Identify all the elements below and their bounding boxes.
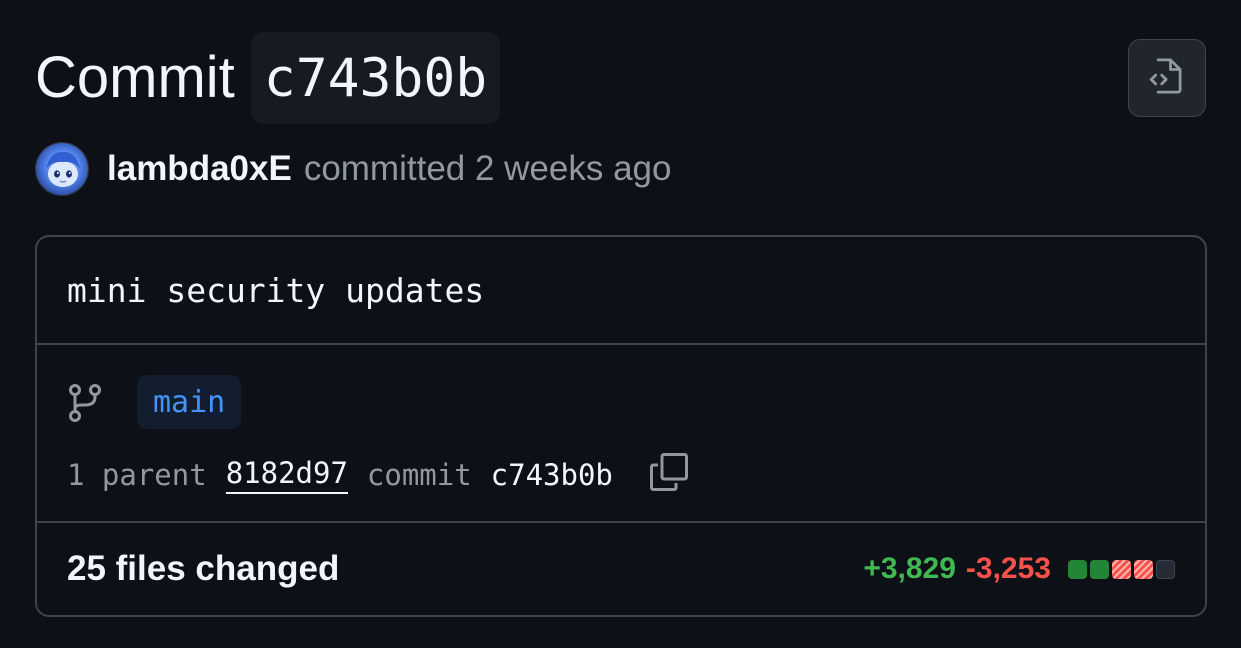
commit-sha-title: c743b0b <box>250 32 501 124</box>
parent-sha-link[interactable]: 8182d97 <box>225 456 348 494</box>
commit-meta-section: main 1 parent 8182d97 commit c743b0b <box>37 345 1205 523</box>
page-title: Commit <box>35 45 235 110</box>
additions-count: +3,829 <box>863 552 956 585</box>
author-name-link[interactable]: lambda0xE <box>107 149 292 189</box>
files-changed-count: 25 files changed <box>67 549 340 588</box>
git-branch-icon <box>67 383 103 428</box>
commit-message: mini security updates <box>67 270 485 310</box>
commit-message-section: mini security updates <box>37 237 1205 345</box>
parent-count-label: 1 parent <box>67 458 207 492</box>
diffstat-block-added <box>1068 559 1087 579</box>
files-changed-section: 25 files changed +3,829 -3,253 <box>37 523 1205 615</box>
diffstat-block-deleted <box>1134 559 1153 579</box>
deletions-count: -3,253 <box>965 552 1051 585</box>
avatar[interactable] <box>35 141 89 196</box>
commit-sha: c743b0b <box>490 458 613 492</box>
diffstat-block-neutral <box>1156 559 1175 579</box>
diffstat-blocks <box>1065 559 1175 579</box>
commit-label: commit <box>366 458 472 492</box>
diffstat-block-added <box>1090 559 1109 579</box>
browse-files-button[interactable] <box>1128 39 1206 117</box>
commit-page: Commit c743b0b lambda0xE committed 2 wee… <box>0 0 1241 648</box>
commit-details-card: mini security updates main 1 parent 8182… <box>35 235 1207 617</box>
diffstat: +3,829 -3,253 <box>863 552 1175 586</box>
copy-sha-button[interactable] <box>647 451 691 500</box>
file-code-icon <box>1146 55 1188 102</box>
parents-row: 1 parent 8182d97 commit c743b0b <box>67 451 691 499</box>
copy-icon <box>648 451 690 500</box>
diffstat-block-deleted <box>1112 559 1131 579</box>
author-row: lambda0xE committed 2 weeks ago <box>35 141 671 196</box>
branch-tag[interactable]: main <box>137 375 242 429</box>
commit-header: Commit c743b0b <box>35 32 501 124</box>
commit-time-text: committed 2 weeks ago <box>303 148 672 188</box>
